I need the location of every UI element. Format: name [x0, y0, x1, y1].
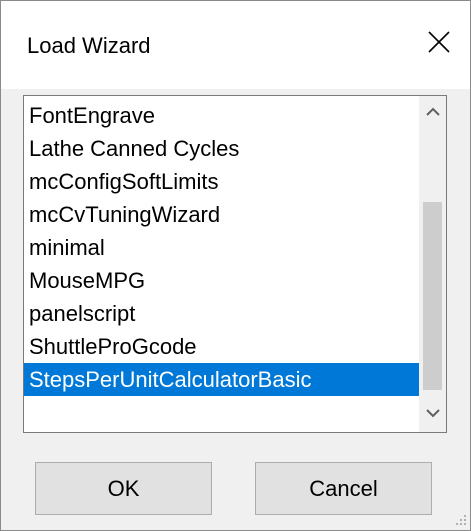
- list-item[interactable]: panelscript: [24, 297, 422, 330]
- dialog-title: Load Wizard: [27, 33, 151, 58]
- vertical-scrollbar[interactable]: [419, 96, 446, 432]
- list-item[interactable]: MouseMPG: [24, 264, 422, 297]
- list-item[interactable]: FontEngrave: [24, 99, 422, 132]
- wizard-list: FontEngrave Lathe Canned Cycles mcConfig…: [24, 99, 422, 396]
- list-item-selected[interactable]: StepsPerUnitCalculatorBasic: [24, 363, 422, 396]
- scroll-down-button[interactable]: [419, 398, 446, 432]
- close-icon: [428, 31, 450, 53]
- list-item[interactable]: Lathe Canned Cycles: [24, 132, 422, 165]
- list-item[interactable]: minimal: [24, 231, 422, 264]
- ok-button[interactable]: OK: [35, 462, 212, 515]
- chevron-up-icon: [425, 107, 440, 116]
- list-item[interactable]: ShuttleProGcode: [24, 330, 422, 363]
- cancel-button[interactable]: Cancel: [255, 462, 432, 515]
- scroll-up-button[interactable]: [419, 96, 446, 130]
- title-bar: Load Wizard: [1, 1, 470, 89]
- list-item[interactable]: mcConfigSoftLimits: [24, 165, 422, 198]
- chevron-down-icon: [425, 409, 440, 418]
- resize-grip-icon[interactable]: [453, 513, 467, 527]
- wizard-listbox[interactable]: FontEngrave Lathe Canned Cycles mcConfig…: [23, 95, 447, 433]
- load-wizard-dialog: Load Wizard FontEngrave Lathe Canned Cyc…: [0, 0, 471, 531]
- list-item[interactable]: mcCvTuningWizard: [24, 198, 422, 231]
- close-button[interactable]: [416, 21, 462, 67]
- scroll-thumb[interactable]: [423, 202, 442, 390]
